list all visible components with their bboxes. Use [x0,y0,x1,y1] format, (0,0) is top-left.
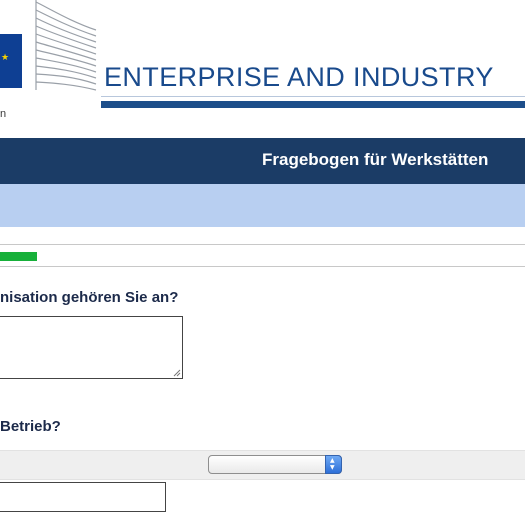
star-icon: ★ [1,53,10,63]
question-business-label: Betrieb? [0,418,61,435]
survey-subheader-bar [0,184,525,227]
survey-title: Fragebogen für Werkstätten [262,150,489,169]
header-divider [101,101,525,108]
directorate-title: ENTERPRISE AND INDUSTRY [104,62,494,92]
commission-name-fragment: n [0,108,7,120]
next-question-input[interactable] [0,482,166,512]
resize-grip-icon[interactable] [172,368,181,377]
berlaymont-building-icon [35,0,97,91]
organisation-textarea[interactable] [0,316,183,379]
eu-flag-icon: ★ [0,34,22,88]
chevron-down-icon: ▼ [330,464,335,471]
header-divider-thin [101,96,525,97]
survey-title-bar: Fragebogen für Werkstätten [0,138,525,184]
select-stepper-icon[interactable]: ▲ ▼ [325,455,342,474]
progress-bar [0,244,525,267]
business-select[interactable]: ▲ ▼ [208,455,342,474]
question-organisation-label: nisation gehören Sie an? [0,289,179,306]
progress-bar-fill [0,252,37,261]
